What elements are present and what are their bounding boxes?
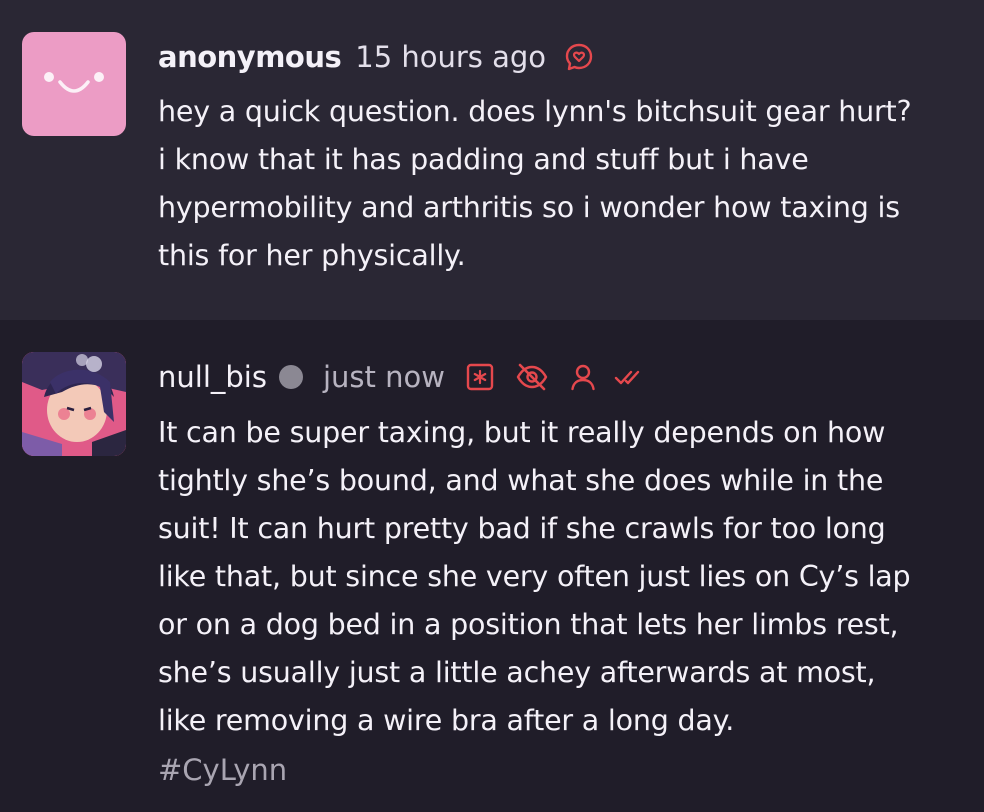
ask-line: i know that it has padding and stuff but… (158, 143, 809, 176)
null-bis-avatar[interactable] (22, 352, 126, 456)
answer-line: or on a dog bed in a position that lets … (158, 608, 899, 641)
answer-text: It can be super taxing, but it really de… (158, 409, 978, 745)
answer-timestamp[interactable]: just now (323, 360, 445, 394)
answer-line: It can be super taxing, but it really de… (158, 416, 886, 449)
ask-post: anonymous 15 hours ago hey a quick quest… (0, 0, 984, 320)
ask-question: hey a quick question. does lynn's bitchs… (158, 88, 978, 280)
answer-line: she’s usually just a little achey afterw… (158, 656, 876, 689)
answer-author[interactable]: null_bis (158, 360, 267, 394)
ask-header: anonymous 15 hours ago (158, 36, 594, 78)
answer-line: like removing a wire bra after a long da… (158, 704, 735, 737)
ask-author[interactable]: anonymous (158, 40, 342, 74)
answer-post: null_bis just now It can be super taxing… (0, 320, 984, 812)
ask-line: hey a quick question. does lynn's bitchs… (158, 95, 912, 128)
answer-line: tightly she’s bound, and what she does w… (158, 464, 884, 497)
ask-bubble-icon[interactable] (564, 42, 594, 72)
sensitive-content-icon[interactable] (465, 362, 495, 392)
answer-header: null_bis just now (158, 356, 645, 398)
double-check-icon[interactable] (613, 362, 645, 392)
illustrated-character-avatar-icon (22, 352, 126, 456)
ask-line: hypermobility and arthritis so i wonder … (158, 191, 900, 224)
anonymous-avatar[interactable] (22, 32, 126, 136)
online-status-dot (278, 365, 303, 389)
ask-line: this for her physically. (158, 239, 466, 272)
answer-line: like that, but since she very often just… (158, 560, 911, 593)
answer-line: suit! It can hurt pretty bad if she craw… (158, 512, 886, 545)
ask-timestamp[interactable]: 15 hours ago (355, 40, 546, 74)
hidden-eye-icon[interactable] (515, 362, 549, 392)
smiley-face-icon (44, 72, 104, 93)
hashtag-link[interactable]: #CyLynn (158, 753, 287, 787)
user-icon[interactable] (569, 362, 597, 392)
